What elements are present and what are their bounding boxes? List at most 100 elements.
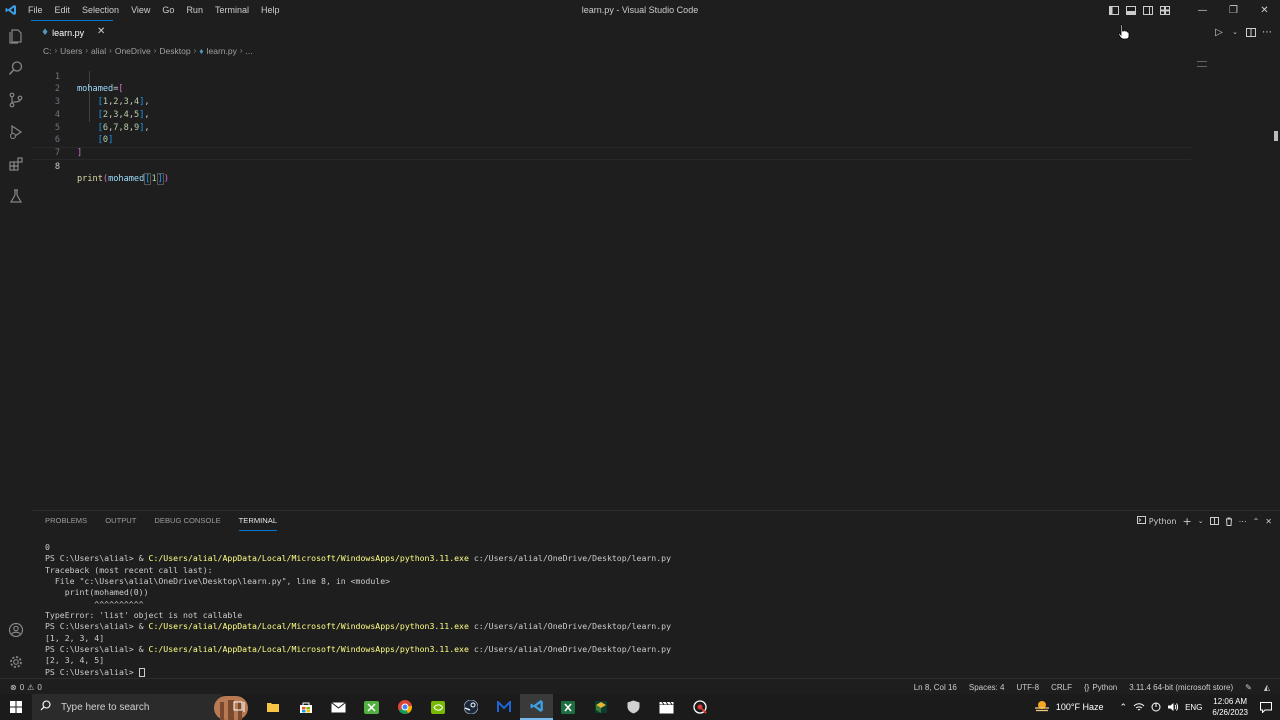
extensions-icon[interactable] xyxy=(0,148,31,180)
weather-haze-icon xyxy=(1034,700,1050,714)
menu-item-help[interactable]: Help xyxy=(255,5,286,15)
battery-icon[interactable] xyxy=(1151,702,1161,712)
code-line[interactable]: 6 ] xyxy=(31,122,1191,158)
minimap[interactable] xyxy=(1197,61,1207,67)
split-editor-icon[interactable] xyxy=(1244,20,1258,44)
mail-icon[interactable] xyxy=(322,694,355,720)
menu-item-run[interactable]: Run xyxy=(180,5,209,15)
terminal-shell-selector[interactable]: Python xyxy=(1136,516,1177,526)
vscode-logo-icon[interactable] xyxy=(0,0,22,20)
weather-text: 100°F Haze xyxy=(1055,702,1104,712)
more-actions-icon[interactable]: ⋯ xyxy=(1260,20,1274,44)
encoding[interactable]: UTF-8 xyxy=(1016,683,1039,692)
explorer-icon[interactable] xyxy=(0,20,31,52)
chrome-icon[interactable] xyxy=(388,694,421,720)
problems-status[interactable]: ⊗ 0 ⚠ 0 xyxy=(10,679,42,695)
weather-widget[interactable]: 100°F Haze xyxy=(1034,700,1104,714)
show-hidden-icons-chevron-icon[interactable]: ⌃ xyxy=(1120,702,1128,713)
code-line[interactable]: 3 [2,3,4,5], xyxy=(31,83,1191,120)
menu-item-file[interactable]: File xyxy=(22,5,49,15)
restore-button[interactable]: ❐ xyxy=(1218,0,1249,20)
close-window-button[interactable]: ✕ xyxy=(1249,0,1280,20)
minimize-button[interactable]: — xyxy=(1187,0,1218,20)
python-file-icon: ♦ xyxy=(41,27,50,38)
close-panel-icon[interactable]: ✕ xyxy=(1265,517,1272,526)
close-tab-icon[interactable]: ✕ xyxy=(97,26,105,37)
language-mode[interactable]: {} Python xyxy=(1084,683,1117,692)
code-line[interactable]: 2 [1,2,3,4], xyxy=(31,71,1191,107)
tab-debug-console[interactable]: DEBUG CONSOLE xyxy=(154,511,220,531)
breadcrumb-item[interactable]: alial xyxy=(91,46,106,56)
toggle-secondary-sidebar-icon[interactable] xyxy=(1139,0,1156,20)
task-view-icon[interactable] xyxy=(223,694,256,720)
end-of-line[interactable]: CRLF xyxy=(1051,683,1072,692)
source-control-icon[interactable] xyxy=(0,84,31,116)
maximize-panel-chevron-up-icon[interactable]: ⌃ xyxy=(1253,517,1260,526)
python-interpreter[interactable]: 3.11.4 64-bit (microsoft store) xyxy=(1129,683,1233,692)
terminal-output[interactable]: 0 PS C:\Users\alial> & C:/Users/alial/App… xyxy=(45,542,671,678)
run-dropdown-chevron-icon[interactable]: ⌄ xyxy=(1228,20,1242,44)
menu-item-selection[interactable]: Selection xyxy=(76,5,125,15)
more-panel-actions-icon[interactable]: ⋯ xyxy=(1239,517,1247,526)
code-editor[interactable]: 1 mohamed=[ 2 [1,2,3,4], 3 [2,3,4,5], 4 … xyxy=(31,58,1280,510)
security-shield-icon[interactable] xyxy=(617,694,650,720)
steam-icon[interactable] xyxy=(454,694,487,720)
code-line[interactable]: 1 mohamed=[ xyxy=(31,58,1191,95)
malwarebytes-icon[interactable] xyxy=(487,694,520,720)
menu-item-view[interactable]: View xyxy=(125,5,156,15)
network-icon[interactable] xyxy=(1133,702,1145,712)
cursor-position[interactable]: Ln 8, Col 16 xyxy=(914,683,957,692)
toggle-panel-icon[interactable] xyxy=(1122,0,1139,20)
input-language[interactable]: ENG xyxy=(1185,703,1202,712)
minecraft-launcher-icon[interactable] xyxy=(584,694,617,720)
split-terminal-icon[interactable] xyxy=(1209,517,1219,525)
menu-item-terminal[interactable]: Terminal xyxy=(209,5,255,15)
taskbar-search-box[interactable]: Type here to search xyxy=(32,694,248,720)
testing-flask-icon[interactable] xyxy=(0,180,31,212)
manage-gear-icon[interactable] xyxy=(0,646,31,678)
terminal-argument: c:/Users/alial/OneDrive/Desktop/learn.py xyxy=(468,553,672,564)
xbox-icon[interactable] xyxy=(355,694,388,720)
menu-item-edit[interactable]: Edit xyxy=(49,5,77,15)
code-line[interactable]: 7 xyxy=(31,134,1191,158)
feedback-icon[interactable]: ✎ xyxy=(1245,683,1252,692)
clock[interactable]: 12:06 AM 6/26/2023 xyxy=(1212,696,1248,718)
windows-start-icon[interactable] xyxy=(0,694,32,720)
microsoft-store-icon[interactable] xyxy=(289,694,322,720)
file-explorer-icon[interactable] xyxy=(256,694,289,720)
volume-speaker-icon[interactable] xyxy=(1167,702,1179,712)
tab-terminal[interactable]: TERMINAL xyxy=(238,511,278,531)
breadcrumb-item[interactable]: C: xyxy=(43,46,52,56)
terminal-prompt: PS C:\Users\alial> & xyxy=(45,621,149,632)
tab-learn-py[interactable]: ♦ learn.py ✕ xyxy=(31,20,113,44)
notifications-bell-icon[interactable]: ◭ xyxy=(1264,683,1270,692)
run-python-file-icon[interactable]: ▷ xyxy=(1212,20,1226,44)
tab-problems[interactable]: PROBLEMS xyxy=(45,511,87,531)
breadcrumb-item[interactable]: Users xyxy=(60,46,82,56)
terminal-argument: c:/Users/alial/OneDrive/Desktop/learn.py xyxy=(468,621,672,632)
vscode-taskbar-icon[interactable] xyxy=(520,694,553,720)
new-terminal-plus-icon[interactable]: + xyxy=(1183,515,1192,528)
indentation[interactable]: Spaces: 4 xyxy=(969,683,1005,692)
menu-item-go[interactable]: Go xyxy=(156,5,180,15)
screen-recorder-icon[interactable] xyxy=(683,694,716,720)
breadcrumb-item[interactable]: Desktop xyxy=(159,46,190,56)
notification-center-icon[interactable] xyxy=(1260,701,1272,713)
kill-terminal-trash-icon[interactable] xyxy=(1225,517,1233,526)
clapperboard-icon[interactable] xyxy=(650,694,683,720)
nvidia-icon[interactable] xyxy=(421,694,454,720)
code-line[interactable]: 5 [0] xyxy=(31,109,1191,146)
breadcrumb-item[interactable]: ... xyxy=(246,46,253,56)
breadcrumb-item[interactable]: learn.py xyxy=(207,46,237,56)
new-terminal-chevron-icon[interactable]: ⌄ xyxy=(1198,517,1204,525)
search-icon[interactable] xyxy=(0,52,31,84)
run-and-debug-icon[interactable] xyxy=(0,116,31,148)
code-line[interactable]: 4 [6,7,8,9], xyxy=(31,96,1191,133)
tab-output[interactable]: OUTPUT xyxy=(105,511,136,531)
toggle-primary-sidebar-icon[interactable] xyxy=(1105,0,1122,20)
excel-icon[interactable] xyxy=(551,694,584,720)
code-line-current[interactable]: 8 print(mohamed[1]) xyxy=(31,146,1191,186)
accounts-icon[interactable] xyxy=(0,614,31,646)
breadcrumb-item[interactable]: OneDrive xyxy=(115,46,151,56)
customize-layout-icon[interactable] xyxy=(1156,0,1173,20)
